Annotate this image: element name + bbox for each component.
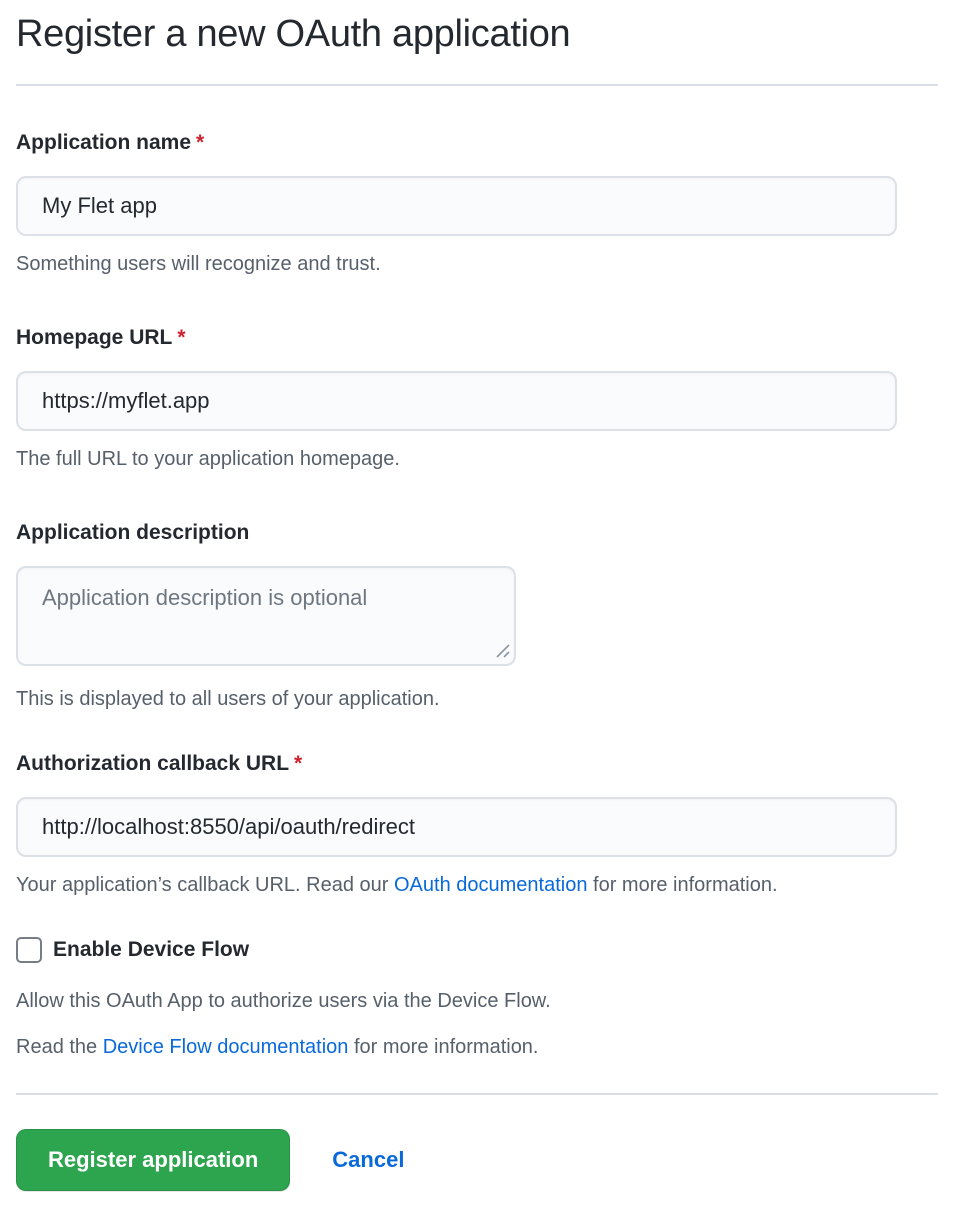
- application-description-textarea[interactable]: [16, 566, 516, 666]
- application-description-note: This is displayed to all users of your a…: [16, 687, 938, 711]
- callback-url-group: Authorization callback URL* Your applica…: [16, 751, 938, 897]
- callback-url-label-text: Authorization callback URL: [16, 752, 289, 775]
- application-name-input[interactable]: [16, 176, 897, 236]
- application-name-label-text: Application name: [16, 131, 191, 154]
- oauth-register-page: Register a new OAuth application Applica…: [0, 0, 954, 1215]
- callback-url-input[interactable]: [16, 797, 897, 857]
- actions-divider: [16, 1093, 938, 1095]
- device-flow-note2: Read the Device Flow documentation for m…: [16, 1035, 938, 1059]
- device-flow-row: Enable Device Flow: [16, 937, 938, 963]
- title-divider: [16, 84, 938, 86]
- callback-url-label: Authorization callback URL*: [16, 751, 938, 777]
- application-description-wrap: [16, 566, 516, 666]
- page-title: Register a new OAuth application: [16, 10, 938, 58]
- device-flow-checkbox[interactable]: [16, 937, 42, 963]
- callback-url-note-prefix: Your application’s callback URL. Read ou…: [16, 874, 394, 896]
- homepage-url-label: Homepage URL*: [16, 325, 938, 351]
- application-description-group: Application description This is displaye…: [16, 520, 938, 711]
- device-flow-documentation-link[interactable]: Device Flow documentation: [103, 1036, 349, 1058]
- device-flow-note2-prefix: Read the: [16, 1036, 103, 1058]
- application-description-label: Application description: [16, 520, 938, 546]
- callback-url-note-suffix: for more information.: [587, 874, 777, 896]
- device-flow-note1: Allow this OAuth App to authorize users …: [16, 989, 938, 1013]
- application-name-note: Something users will recognize and trust…: [16, 252, 938, 276]
- application-name-label: Application name*: [16, 130, 938, 156]
- required-asterisk: *: [196, 131, 204, 154]
- homepage-url-note: The full URL to your application homepag…: [16, 447, 938, 471]
- resize-grip-icon[interactable]: [494, 642, 510, 658]
- cancel-link[interactable]: Cancel: [332, 1147, 404, 1173]
- register-application-button[interactable]: Register application: [16, 1129, 290, 1191]
- callback-url-note: Your application’s callback URL. Read ou…: [16, 873, 938, 897]
- application-name-group: Application name* Something users will r…: [16, 130, 938, 276]
- required-asterisk: *: [177, 326, 185, 349]
- oauth-documentation-link[interactable]: OAuth documentation: [394, 874, 587, 896]
- homepage-url-label-text: Homepage URL: [16, 326, 172, 349]
- form-actions: Register application Cancel: [16, 1129, 938, 1191]
- homepage-url-group: Homepage URL* The full URL to your appli…: [16, 325, 938, 471]
- device-flow-note2-suffix: for more information.: [348, 1036, 538, 1058]
- device-flow-label[interactable]: Enable Device Flow: [53, 937, 249, 963]
- required-asterisk: *: [294, 752, 302, 775]
- homepage-url-input[interactable]: [16, 371, 897, 431]
- oauth-application-form: Application name* Something users will r…: [16, 130, 938, 1191]
